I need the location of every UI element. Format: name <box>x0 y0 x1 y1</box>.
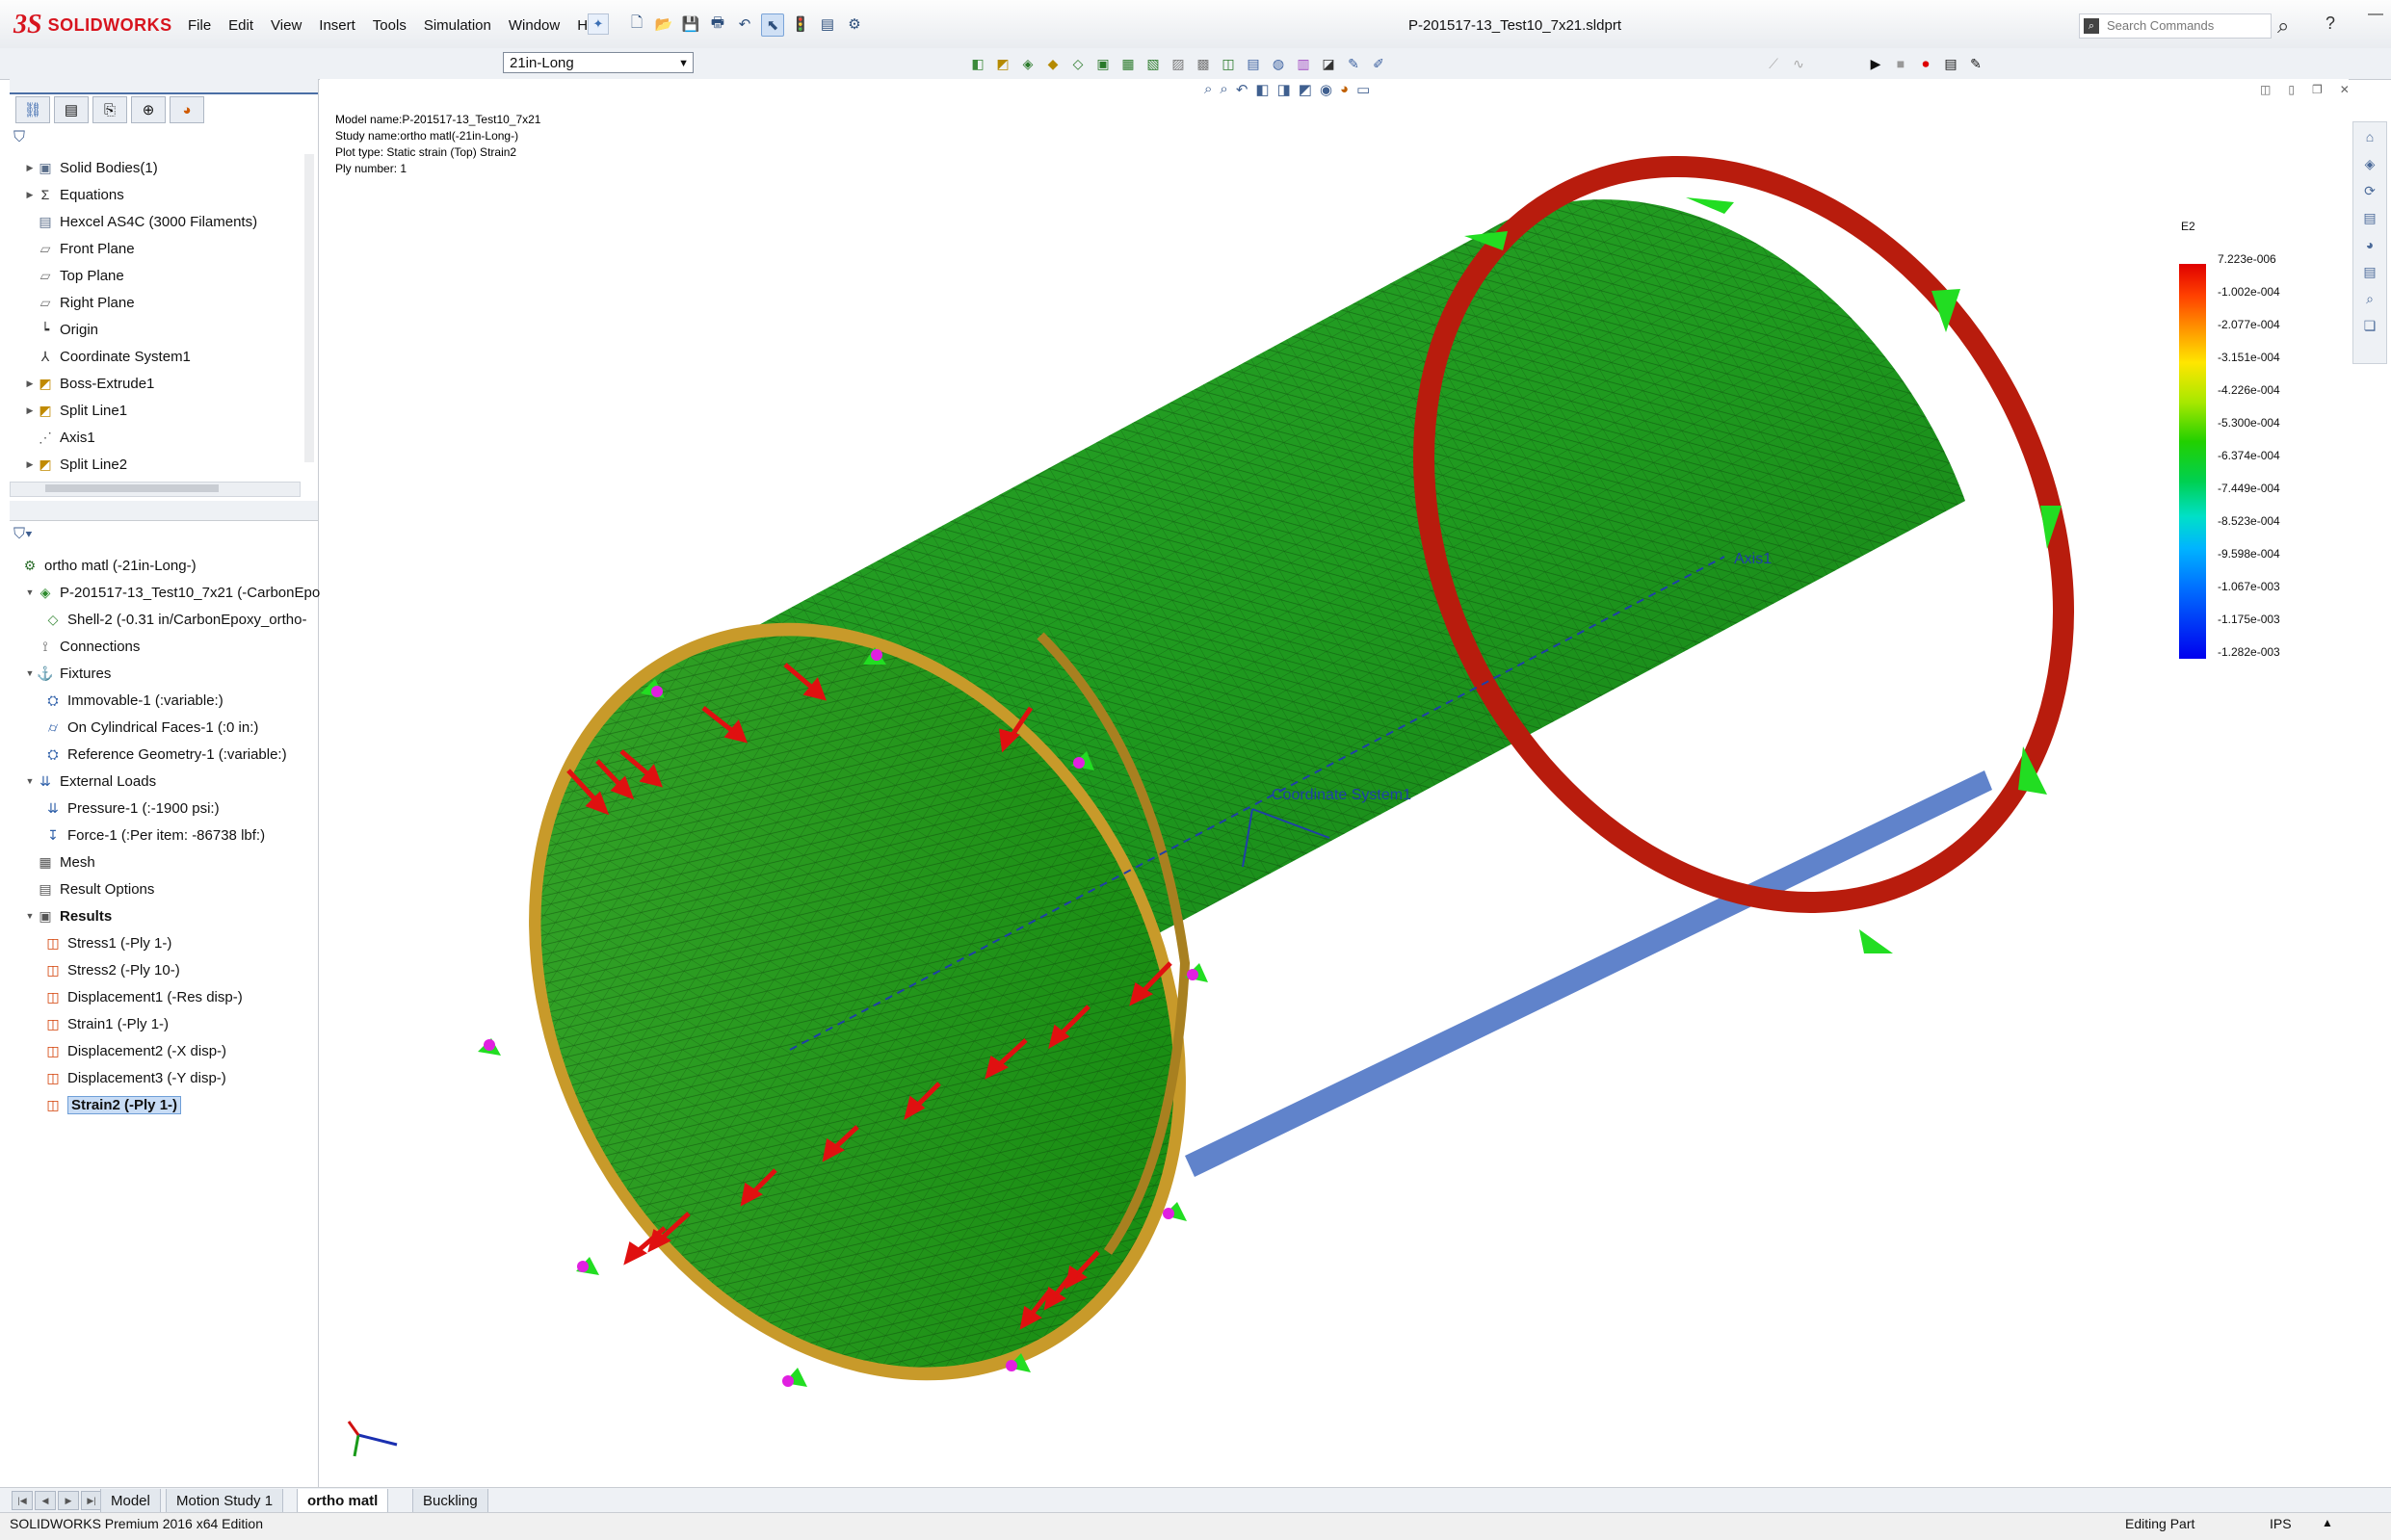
status-bar <box>0 1512 2391 1540</box>
coordinate-system-label: Coordinate System1 <box>1272 787 1411 803</box>
model-graphics: Axis1 Coordinate System1 <box>347 156 2074 1457</box>
legend-label: -8.523e-004 <box>2218 514 2280 528</box>
orientation-triad <box>347 1421 398 1457</box>
axis-label: Axis1 <box>1734 551 1772 567</box>
status-units[interactable]: IPS <box>2270 1516 2292 1531</box>
status-mode: Editing Part <box>2125 1516 2195 1531</box>
legend-title: E2 <box>2181 220 2195 233</box>
legend-color-bar <box>2179 264 2206 659</box>
legend-label: -1.175e-003 <box>2218 613 2280 626</box>
legend-label: -2.077e-004 <box>2218 318 2280 331</box>
legend-label: -1.067e-003 <box>2218 580 2280 593</box>
legend-label: -1.002e-004 <box>2218 285 2280 299</box>
tab-navigation: |◀ ◀ ▶ ▶| <box>12 1491 102 1510</box>
tab-model[interactable]: Model <box>100 1489 161 1513</box>
legend-label: -5.300e-004 <box>2218 416 2280 430</box>
tab-buckling[interactable]: Buckling <box>412 1489 488 1513</box>
legend-label: 7.223e-006 <box>2218 252 2276 266</box>
legend-label: -6.374e-004 <box>2218 449 2280 462</box>
legend-label: -3.151e-004 <box>2218 351 2280 364</box>
legend-label: -7.449e-004 <box>2218 482 2280 495</box>
legend-label: -9.598e-004 <box>2218 547 2280 561</box>
legend-label: -4.226e-004 <box>2218 383 2280 397</box>
next-tab-icon[interactable]: ▶ <box>58 1491 79 1510</box>
tab-motion-study[interactable]: Motion Study 1 <box>166 1489 284 1513</box>
first-tab-icon[interactable]: |◀ <box>12 1491 33 1510</box>
tab-ortho-matl[interactable]: ortho matl <box>297 1489 389 1513</box>
legend-label: -1.282e-003 <box>2218 645 2280 659</box>
last-tab-icon[interactable]: ▶| <box>81 1491 102 1510</box>
chevron-up-icon[interactable]: ▲ <box>2322 1516 2333 1529</box>
status-edition: SOLIDWORKS Premium 2016 x64 Edition <box>10 1516 263 1531</box>
previous-tab-icon[interactable]: ◀ <box>35 1491 56 1510</box>
